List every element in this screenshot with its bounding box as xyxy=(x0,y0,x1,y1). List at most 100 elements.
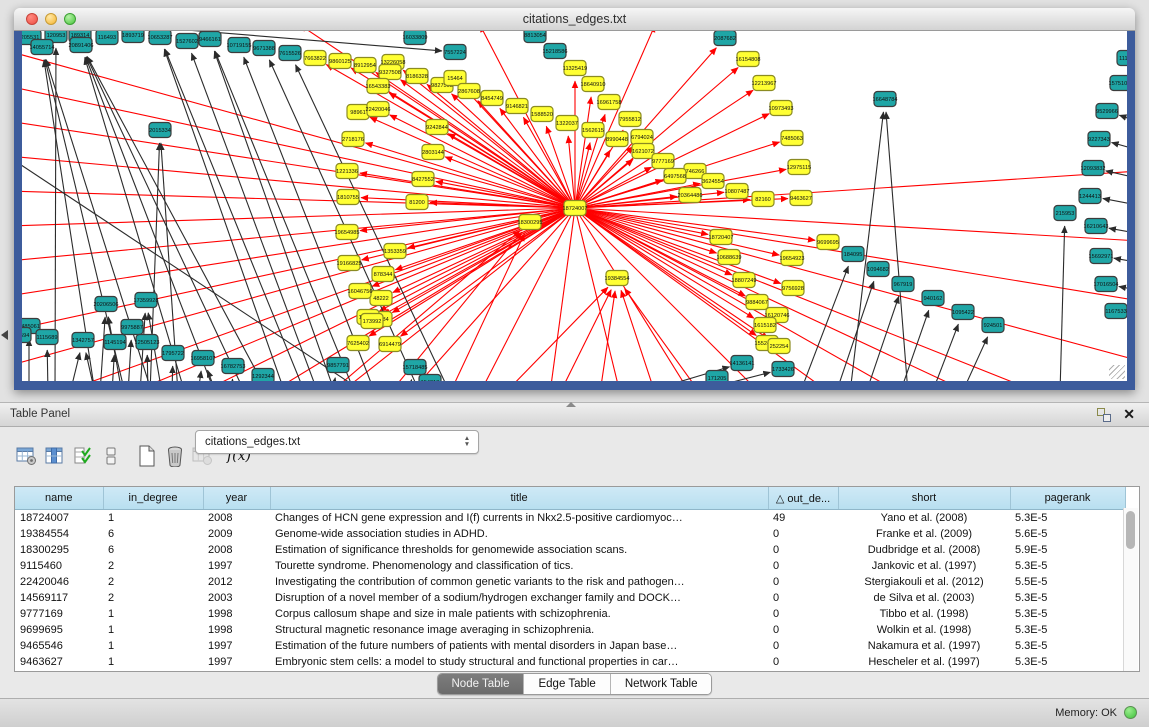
select-columns-icon[interactable] xyxy=(43,444,67,468)
graph-node[interactable]: 7625402 xyxy=(347,336,369,351)
graph-node[interactable]: 16648784 xyxy=(873,92,898,107)
graph-node[interactable]: 9466161 xyxy=(199,32,221,47)
table-settings-icon[interactable] xyxy=(15,444,39,468)
network-window-titlebar[interactable]: citations_edges.txt xyxy=(14,8,1135,31)
graph-node[interactable]: 15692971 xyxy=(1089,249,1114,264)
graph-node[interactable]: 2015334 xyxy=(149,123,171,138)
graph-node[interactable]: 16154808 xyxy=(736,52,761,67)
column-header-pagerank[interactable]: pagerank xyxy=(1010,487,1125,510)
graph-node[interactable]: 9860125 xyxy=(329,54,351,69)
graph-node[interactable]: 116493 xyxy=(96,31,118,45)
graph-node[interactable]: 8427552 xyxy=(412,172,434,187)
graph-node[interactable]: 1145194 xyxy=(104,335,126,350)
table-row[interactable]: 1872400712008Changes of HCN gene express… xyxy=(15,510,1125,527)
table-selector-dropdown[interactable]: citations_edges.txt ▲▼ xyxy=(195,430,479,454)
graph-node[interactable]: 16782753 xyxy=(221,359,246,374)
float-window-icon[interactable] xyxy=(1097,408,1111,422)
graph-node[interactable]: 10688639 xyxy=(717,250,742,265)
graph-node[interactable]: 6497568 xyxy=(664,169,686,184)
splitter-handle-icon[interactable] xyxy=(566,402,576,407)
graph-node[interactable]: 10973493 xyxy=(769,101,794,116)
graph-node[interactable]: 9227343 xyxy=(1088,132,1110,147)
graph-node[interactable]: 9463627 xyxy=(790,191,812,206)
graph-node[interactable]: 391594 xyxy=(22,328,31,343)
graph-node[interactable]: 967919 xyxy=(892,277,914,292)
graph-node[interactable]: 12975115 xyxy=(787,160,811,175)
graph-node[interactable]: 16958107 xyxy=(191,351,216,366)
graph-node[interactable]: 10807487 xyxy=(725,184,750,199)
graph-node[interactable]: 1167533 xyxy=(1105,304,1127,319)
graph-node[interactable]: 111755 xyxy=(1117,51,1127,66)
graph-node[interactable]: 22420046 xyxy=(366,102,391,117)
graph-node[interactable]: 1615182 xyxy=(754,318,776,333)
tab-node-table[interactable]: Node Table xyxy=(438,674,525,694)
graph-node[interactable]: 7485063 xyxy=(781,131,803,146)
graph-node[interactable]: 9671388 xyxy=(253,41,275,56)
graph-node[interactable]: 12093832 xyxy=(1081,161,1106,176)
graph-node[interactable]: 878344 xyxy=(372,267,394,282)
graph-node[interactable]: 3624554 xyxy=(702,174,724,189)
graph-node[interactable]: 7615526 xyxy=(279,46,301,61)
graph-node[interactable]: 12505123 xyxy=(135,335,160,350)
graph-node[interactable]: 18724007 xyxy=(563,201,588,216)
column-header-short[interactable]: short xyxy=(838,487,1010,510)
graph-node[interactable]: 1244413 xyxy=(1079,189,1101,204)
graph-node[interactable]: 14055714 xyxy=(30,40,55,55)
graph-node[interactable]: 1095422 xyxy=(952,305,974,320)
graph-node[interactable]: 1292344 xyxy=(252,369,274,382)
graph-node[interactable]: 16543383 xyxy=(366,79,391,94)
graph-node[interactable]: 8454749 xyxy=(481,91,503,106)
graph-node[interactable]: 19654985 xyxy=(335,225,360,240)
vertical-scrollbar[interactable] xyxy=(1123,508,1138,672)
window-resize-grip[interactable] xyxy=(1109,365,1125,379)
graph-node[interactable]: 9529966 xyxy=(1096,104,1118,119)
graph-node[interactable]: 9146821 xyxy=(506,99,528,114)
graph-node[interactable]: 2803144 xyxy=(422,145,444,160)
graph-node[interactable]: 924501 xyxy=(982,318,1004,333)
tab-network-table[interactable]: Network Table xyxy=(611,674,712,694)
graph-node[interactable]: 1342757 xyxy=(72,333,94,348)
graph-node[interactable]: 16046756 xyxy=(348,284,373,299)
graph-node[interactable]: 7955812 xyxy=(619,112,641,127)
graph-node[interactable]: 252254 xyxy=(768,339,790,354)
graph-node[interactable]: 16033809 xyxy=(403,31,428,45)
graph-node[interactable]: 9777169 xyxy=(652,154,674,169)
scrollbar-thumb[interactable] xyxy=(1126,511,1135,549)
graph-node[interactable]: 171205 xyxy=(706,371,728,382)
graph-node[interactable]: 1353359 xyxy=(384,244,406,259)
graph-node[interactable]: 16961758 xyxy=(597,95,622,110)
graph-node[interactable]: 9699695 xyxy=(817,235,839,250)
graph-node[interactable]: 1322037 xyxy=(556,116,578,131)
table-row[interactable]: 1830029562008Estimation of significance … xyxy=(15,542,1125,558)
rows-icon[interactable] xyxy=(99,444,123,468)
graph-node[interactable]: 8186328 xyxy=(406,69,428,84)
table-row[interactable]: 969969511998Structural magnetic resonanc… xyxy=(15,622,1125,638)
table-row[interactable]: 946362711997Embryonic stem cells: a mode… xyxy=(15,654,1125,670)
graph-node[interactable]: 8990448 xyxy=(606,132,628,147)
graph-node[interactable]: 1795722 xyxy=(162,346,184,361)
table-row[interactable]: 977716911998Corpus callosum shape and si… xyxy=(15,606,1125,622)
graph-node[interactable]: 7663822 xyxy=(304,51,326,66)
graph-node[interactable]: 9884067 xyxy=(746,295,768,310)
graph-node[interactable]: 16210643 xyxy=(1084,219,1109,234)
graph-node[interactable]: 19384554 xyxy=(605,271,630,286)
graph-node[interactable]: 9857791 xyxy=(327,358,349,373)
graph-node[interactable]: 184095 xyxy=(842,247,864,262)
graph-node[interactable]: 15718485 xyxy=(403,360,428,375)
column-header-title[interactable]: title xyxy=(270,487,768,510)
table-row[interactable]: 2242004622012Investigating the contribut… xyxy=(15,574,1125,590)
graph-node[interactable]: 18807249 xyxy=(732,273,757,288)
delete-table-icon[interactable] xyxy=(163,444,187,468)
graph-node[interactable]: 18640910 xyxy=(581,77,606,92)
graph-node[interactable]: 10653287 xyxy=(148,31,173,45)
graph-node[interactable]: 8912954 xyxy=(354,58,376,73)
graph-node[interactable]: 940162 xyxy=(922,291,944,306)
graph-node[interactable]: 1588520 xyxy=(531,107,553,122)
graph-node[interactable]: 1094682 xyxy=(867,262,889,277)
graph-node[interactable]: 1893719 xyxy=(122,31,144,43)
graph-node[interactable]: 10719155 xyxy=(227,38,252,53)
graph-node[interactable]: 2718176 xyxy=(342,132,364,147)
graph-node[interactable]: 8813054 xyxy=(524,31,546,43)
network-canvas[interactable]: 1872400718300295193845542055311209531893… xyxy=(22,31,1127,381)
graph-node[interactable]: 2867608 xyxy=(458,84,480,99)
